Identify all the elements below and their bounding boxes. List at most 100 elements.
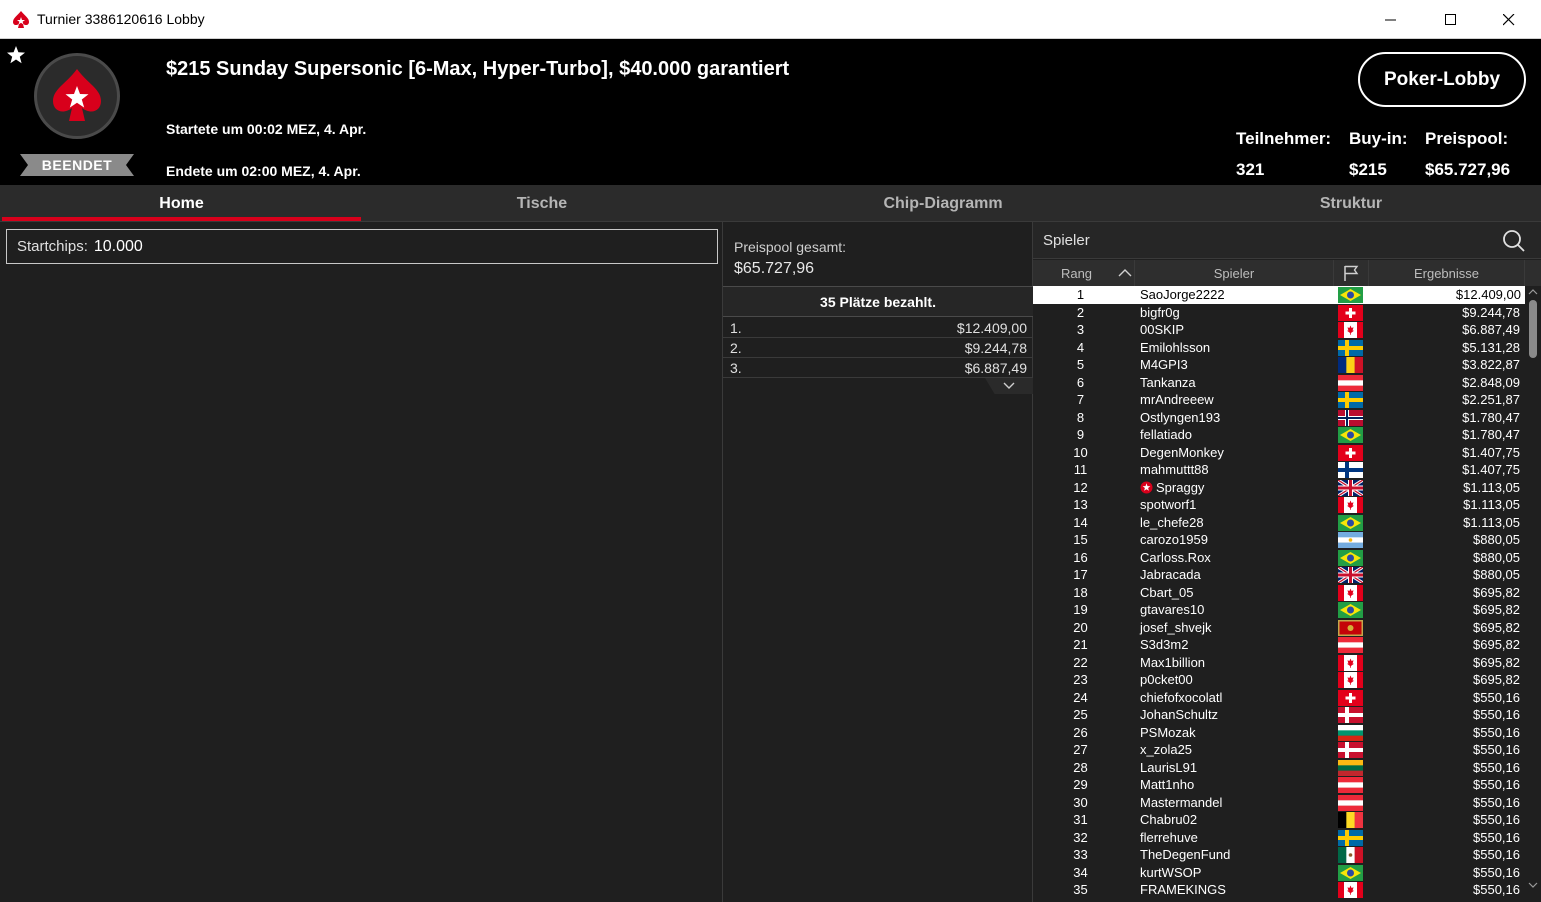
active-tab-indicator <box>2 217 361 221</box>
startchips-field: Startchips: 10.000 <box>6 229 718 264</box>
country-flag-icon <box>1338 427 1363 443</box>
player-name-text: bigfr0g <box>1140 304 1180 320</box>
minimize-icon <box>1385 19 1396 20</box>
player-row[interactable]: 26 PSMozak $550,16 <box>1033 724 1525 742</box>
player-rank: 3 <box>1076 322 1085 337</box>
player-row[interactable]: 20 josef_shvejk $695,82 <box>1033 619 1525 637</box>
player-result: $695,82 <box>1473 637 1520 652</box>
player-name: Mastermandel <box>1140 795 1222 810</box>
player-row[interactable]: 15 carozo1959 $880,05 <box>1033 531 1525 549</box>
player-row[interactable]: 21 S3d3m2 $695,82 <box>1033 636 1525 654</box>
tab-chip-chart[interactable]: Chip-Diagramm <box>723 185 1163 222</box>
player-rank: 34 <box>1073 864 1088 880</box>
window-title: Turnier 3386120616 Lobby <box>37 11 205 27</box>
player-row[interactable]: 10 DegenMonkey $1.407,75 <box>1033 444 1525 462</box>
favorite-star-icon[interactable] <box>6 45 26 65</box>
player-name-text: Carloss.Rox <box>1140 549 1211 565</box>
player-row[interactable]: 35 FRAMEKINGS $550,16 <box>1033 881 1525 899</box>
prize-panel: Preispool gesamt: $65.727,96 35 Plätze b… <box>722 222 1033 902</box>
player-name-text: p0cket00 <box>1140 672 1193 687</box>
title-bar: Turnier 3386120616 Lobby <box>0 0 1541 39</box>
player-name: p0cket00 <box>1140 672 1193 687</box>
country-flag-icon <box>1338 409 1363 426</box>
search-icon[interactable] <box>1502 229 1526 253</box>
player-name-text: Cbart_05 <box>1140 584 1194 600</box>
player-row[interactable]: 33 TheDegenFund $550,16 <box>1033 846 1525 864</box>
player-row[interactable]: 3 00SKIP $6.887,49 <box>1033 321 1525 339</box>
payout-amount: $9.244,78 <box>964 340 1027 356</box>
player-row[interactable]: 4 Emilohlsson $5.131,28 <box>1033 339 1525 357</box>
scroll-up-icon[interactable] <box>1528 288 1538 295</box>
player-result: $695,82 <box>1473 584 1520 600</box>
player-rank: 18 <box>1073 584 1088 600</box>
scroll-thumb[interactable] <box>1529 300 1537 358</box>
player-row[interactable]: 16 Carloss.Rox $880,05 <box>1033 549 1525 567</box>
player-row[interactable]: 13 spotworf1 $1.113,05 <box>1033 496 1525 514</box>
player-name-text: Max1billion <box>1140 654 1206 670</box>
poker-lobby-button[interactable]: Poker-Lobby <box>1358 52 1526 107</box>
tab-structure[interactable]: Struktur <box>1163 185 1539 222</box>
player-result: $3.822,87 <box>1462 357 1520 372</box>
player-row[interactable]: 24 chiefofxocolatl $550,16 <box>1033 689 1525 707</box>
player-list-scrollbar[interactable] <box>1525 286 1541 902</box>
player-name-text: 00SKIP <box>1140 322 1185 337</box>
player-name: 00SKIP <box>1140 322 1184 337</box>
player-row[interactable]: 14 le_chefe28 $1.113,05 <box>1033 514 1525 532</box>
player-row[interactable]: 6 Tankanza $2.848,09 <box>1033 374 1525 392</box>
pokerstars-spade-icon <box>13 11 29 28</box>
player-row[interactable]: 12 Spraggy $1.113,05 <box>1033 478 1525 497</box>
player-rank: 6 <box>1076 374 1085 390</box>
column-header-player[interactable]: Spieler <box>1135 260 1334 286</box>
player-result: $695,82 <box>1473 602 1520 617</box>
player-row[interactable]: 19 gtavares10 $695,82 <box>1033 601 1525 619</box>
country-flag-icon <box>1338 672 1363 688</box>
country-flag-icon <box>1338 357 1364 373</box>
player-result: $880,05 <box>1473 532 1520 547</box>
scroll-down-icon[interactable] <box>1528 882 1538 889</box>
player-rank: 10 <box>1073 444 1088 460</box>
column-header-results[interactable]: Ergebnisse <box>1369 260 1525 286</box>
payout-place: 1. <box>730 320 742 336</box>
player-row[interactable]: 9 fellatiado $1.780,47 <box>1033 426 1525 444</box>
player-name-text: Matt1nho <box>1140 777 1195 792</box>
player-result: $695,82 <box>1473 654 1520 670</box>
player-row[interactable]: 17 Jabracada $880,05 <box>1033 565 1525 585</box>
prizepool-label: Preispool: <box>1425 129 1509 148</box>
team-pro-icon <box>1140 481 1153 494</box>
country-flag-icon <box>1338 724 1363 741</box>
maximize-button[interactable] <box>1428 0 1474 39</box>
player-name-text: Chabru02 <box>1140 812 1198 827</box>
player-row[interactable]: 7 mrAndreeew $2.251,87 <box>1033 391 1525 409</box>
player-row[interactable]: 30 Mastermandel $550,16 <box>1033 794 1525 812</box>
tab-tables[interactable]: Tische <box>361 185 723 222</box>
start-time: Startete um 00:02 MEZ, 4. Apr. <box>166 121 367 137</box>
player-row[interactable]: 22 Max1billion $695,82 <box>1033 654 1525 672</box>
player-name: fellatiado <box>1140 427 1192 442</box>
country-flag-icon <box>1338 392 1363 408</box>
minimize-button[interactable] <box>1368 0 1414 39</box>
player-row[interactable]: 29 Matt1nho $550,16 <box>1033 776 1525 794</box>
player-row[interactable]: 23 p0cket00 $695,82 <box>1033 671 1525 689</box>
column-header-country[interactable] <box>1334 260 1369 286</box>
player-row[interactable]: 28 LaurisL91 $550,16 <box>1033 759 1525 777</box>
player-name: PSMozak <box>1140 725 1196 740</box>
player-row[interactable]: 1 SaoJorge2222 $12.409,00 <box>1033 286 1525 304</box>
player-row[interactable]: 11 mahmuttt88 $1.407,75 <box>1033 461 1525 479</box>
close-button[interactable] <box>1486 0 1532 39</box>
player-name: Spraggy <box>1140 480 1204 495</box>
player-row[interactable]: 5 M4GPI3 $3.822,87 <box>1033 356 1525 374</box>
player-search-input[interactable]: Spieler <box>1033 222 1541 259</box>
player-row[interactable]: 2 bigfr0g $9.244,78 <box>1033 304 1525 322</box>
player-row[interactable]: 27 x_zola25 $550,16 <box>1033 741 1525 759</box>
player-row[interactable]: 8 Ostlyngen193 $1.780,47 <box>1033 409 1525 427</box>
player-row[interactable]: 18 Cbart_05 $695,82 <box>1033 584 1525 602</box>
expand-payouts-button[interactable] <box>985 378 1033 394</box>
payout-amount: $12.409,00 <box>956 320 1027 336</box>
player-row[interactable]: 34 kurtWSOP $550,16 <box>1033 864 1525 882</box>
country-flag-icon <box>1338 882 1363 898</box>
column-header-rank[interactable]: Rang <box>1033 260 1135 286</box>
player-row[interactable]: 32 flerrehuve $550,16 <box>1033 829 1525 847</box>
player-rank: 9 <box>1076 427 1085 442</box>
player-row[interactable]: 31 Chabru02 $550,16 <box>1033 811 1525 829</box>
player-row[interactable]: 25 JohanSchultz $550,16 <box>1033 706 1525 724</box>
